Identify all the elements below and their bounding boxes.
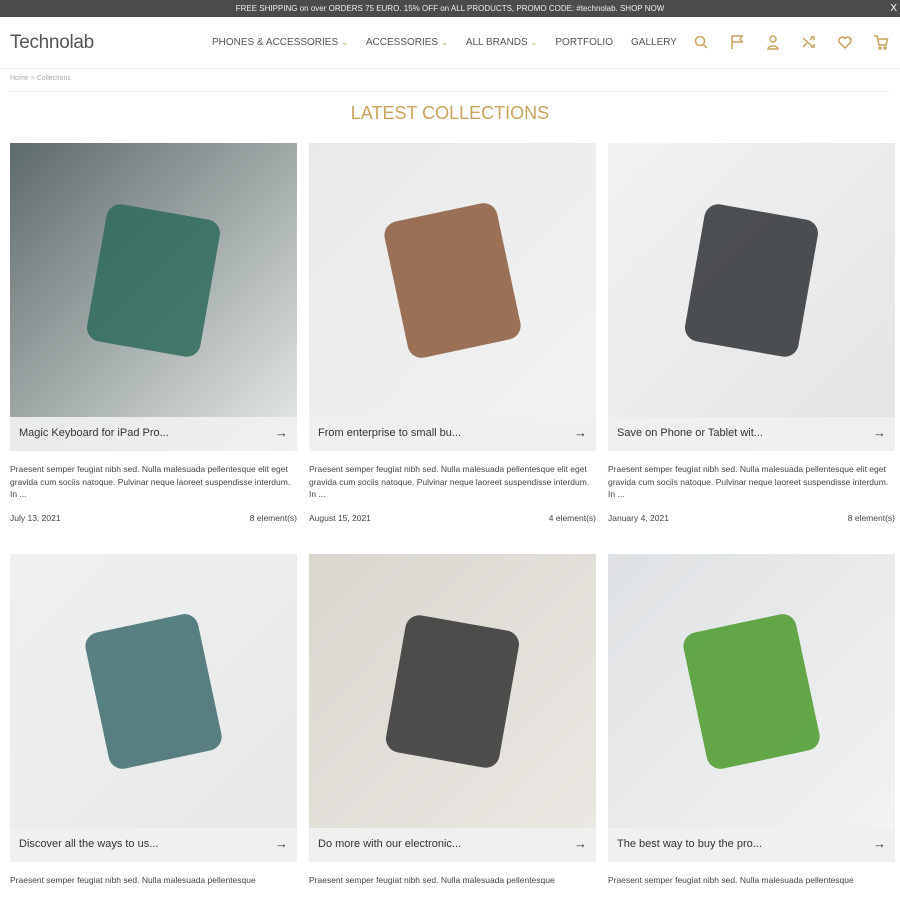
search-icon[interactable] [693, 34, 709, 50]
collection-title: Do more with our electronic... [318, 838, 462, 850]
collection-title-bar[interactable]: From enterprise to small bu... → [309, 417, 596, 451]
collection-date: January 4, 2021 [608, 512, 669, 523]
collection-title-bar[interactable]: Magic Keyboard for iPad Pro... → [10, 417, 297, 451]
nav-all-brands[interactable]: ALL BRANDS ⌄ [466, 37, 538, 48]
collection-card[interactable]: Discover all the ways to us... → Praesent… [10, 554, 297, 887]
collection-title-bar[interactable]: Do more with our electronic... → [309, 828, 596, 862]
collection-date: August 15, 2021 [309, 512, 371, 523]
breadcrumb: Home > Collections [10, 75, 71, 82]
heart-icon[interactable] [837, 34, 853, 50]
nav-label: ALL BRANDS [465, 37, 528, 48]
collection-image[interactable]: Save on Phone or Tablet wit... → [608, 143, 895, 451]
collection-description: Praesent semper feugiat nibh sed. Nulla … [309, 875, 555, 885]
collection-title-bar[interactable]: Save on Phone or Tablet wit... → [608, 417, 895, 451]
flag-icon[interactable] [729, 34, 745, 50]
collection-meta: August 15, 2021 4 element(s) [309, 513, 596, 523]
collection-date: July 13, 2021 [10, 512, 61, 523]
breadcrumb-home[interactable]: Home [10, 75, 29, 82]
nav-accessories[interactable]: ACCESSORIES ⌄ [366, 37, 448, 48]
collection-image[interactable]: Do more with our electronic... → [309, 554, 596, 862]
header: Technolab PHONES & ACCESSORIES ⌄ ACCESSOR… [0, 17, 900, 69]
collection-count: 4 element(s) [548, 512, 596, 523]
product-shape [84, 201, 223, 359]
product-shape [383, 612, 522, 770]
collection-card[interactable]: Magic Keyboard for iPad Pro... → Praesent… [10, 143, 297, 523]
collection-image[interactable]: Discover all the ways to us... → [10, 554, 297, 862]
collection-meta: January 4, 2021 8 element(s) [608, 513, 895, 523]
product-shape [682, 201, 821, 359]
collection-image[interactable]: From enterprise to small bu... → [309, 143, 596, 451]
chevron-down-icon: ⌄ [341, 38, 348, 47]
collection-meta: July 13, 2021 8 element(s) [10, 513, 297, 523]
promo-bar: FREE SHIPPING on over ORDERS 75 EURO. 15… [0, 0, 900, 17]
collection-count: 8 element(s) [249, 512, 297, 523]
cart-icon[interactable] [873, 34, 889, 50]
breadcrumb-current: Collections [36, 75, 71, 82]
collection-card[interactable]: From enterprise to small bu... → Praesent… [309, 143, 596, 523]
collection-card[interactable]: Save on Phone or Tablet wit... → Praesent… [608, 143, 895, 523]
product-shape [381, 200, 524, 360]
collection-title: Save on Phone or Tablet wit... [617, 427, 763, 439]
collection-title: Discover all the ways to us... [19, 838, 159, 850]
collection-description: Praesent semper feugiat nibh sed. Nulla … [309, 464, 590, 499]
chevron-down-icon: ⌄ [441, 38, 448, 47]
collection-description: Praesent semper feugiat nibh sed. Nulla … [608, 875, 854, 885]
collection-title: The best way to buy the pro... [617, 838, 762, 850]
arrow-right-icon[interactable]: → [275, 836, 288, 851]
product-shape [82, 611, 225, 771]
arrow-right-icon[interactable]: → [275, 425, 288, 440]
collection-title: Magic Keyboard for iPad Pro... [19, 427, 169, 439]
nav-portfolio[interactable]: PORTFOLIO [555, 37, 613, 48]
collection-description: Praesent semper feugiat nibh sed. Nulla … [10, 464, 291, 499]
breadcrumb-separator: > [30, 75, 35, 82]
header-icons [693, 34, 889, 50]
arrow-right-icon[interactable]: → [873, 425, 886, 440]
nav-label: PHONES & ACCESSORIES [212, 37, 339, 48]
chevron-down-icon: ⌄ [530, 38, 538, 47]
collection-image[interactable]: The best way to buy the pro... → [608, 554, 895, 862]
arrow-right-icon[interactable]: → [574, 836, 587, 851]
arrow-right-icon[interactable]: → [873, 836, 886, 851]
logo[interactable]: Technolab [10, 32, 94, 54]
nav-gallery[interactable]: GALLERY [631, 37, 677, 48]
collection-title-bar[interactable]: Discover all the ways to us... → [10, 828, 297, 862]
collection-count: 8 element(s) [847, 512, 895, 523]
nav-phones-accessories[interactable]: PHONES & ACCESSORIES ⌄ [212, 37, 348, 48]
divider [10, 91, 890, 92]
collection-card[interactable]: Do more with our electronic... → Praesent… [309, 554, 596, 887]
close-promo-button[interactable]: X [890, 0, 897, 17]
collection-title-bar[interactable]: The best way to buy the pro... → [608, 828, 895, 862]
nav-label: ACCESSORIES [365, 37, 439, 48]
page-title: LATEST COLLECTIONS [350, 103, 550, 123]
collection-title: From enterprise to small bu... [318, 427, 462, 439]
product-shape [680, 611, 823, 771]
shuffle-icon[interactable] [801, 34, 817, 50]
collection-image[interactable]: Magic Keyboard for iPad Pro... → [10, 143, 297, 451]
arrow-right-icon[interactable]: → [574, 425, 587, 440]
collection-description: Praesent semper feugiat nibh sed. Nulla … [10, 875, 256, 885]
user-icon[interactable] [765, 34, 781, 50]
main-nav: PHONES & ACCESSORIES ⌄ ACCESSORIES ⌄ ALL B… [212, 37, 677, 48]
collection-card[interactable]: The best way to buy the pro... → Praesent… [608, 554, 895, 887]
collection-description: Praesent semper feugiat nibh sed. Nulla … [608, 464, 889, 499]
promo-text: FREE SHIPPING on over ORDERS 75 EURO. 15… [235, 4, 665, 13]
